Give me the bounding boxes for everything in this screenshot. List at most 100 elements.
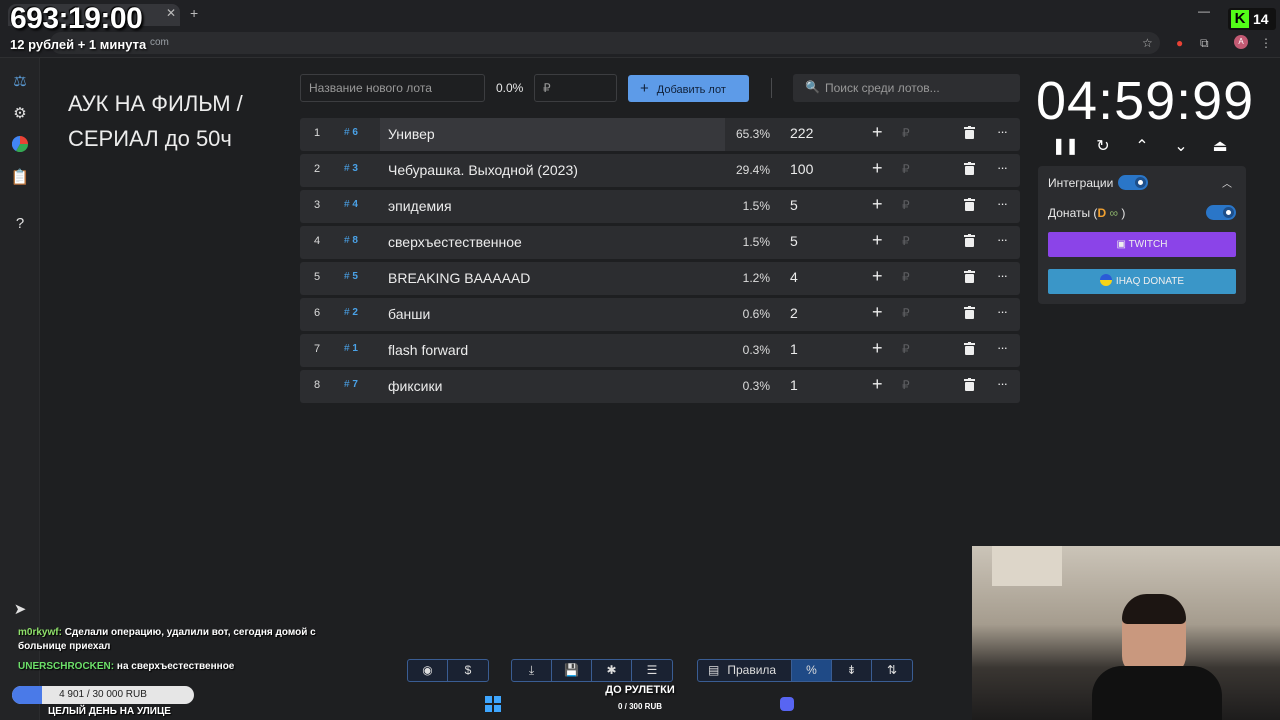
donations-toggle[interactable] — [1206, 205, 1236, 220]
new-lot-name-input[interactable]: Название нового лота — [300, 74, 485, 102]
github-icon[interactable]: ◉ — [408, 660, 448, 681]
lot-row[interactable]: 7 # 1 flash forward 0.3% 1 + ₽ ··· — [300, 334, 1020, 367]
extension-icon[interactable]: ● — [1176, 36, 1183, 50]
save-icon[interactable]: 💾 — [552, 660, 592, 681]
wheel-pie-icon[interactable] — [10, 135, 30, 156]
extensions-puzzle-icon[interactable]: ⧉ — [1200, 36, 1209, 51]
discord-icon[interactable] — [780, 697, 794, 711]
auction-gavel-icon[interactable]: ⚖ — [10, 72, 30, 92]
more-options-icon[interactable]: ··· — [997, 304, 1008, 319]
integrations-toggle[interactable] — [1118, 175, 1148, 190]
dollar-icon[interactable]: $ — [448, 660, 488, 681]
lot-row[interactable]: 6 # 2 банши 0.6% 2 + ₽ ··· — [300, 298, 1020, 331]
telegram-icon[interactable]: ➤ — [10, 600, 30, 620]
delete-trash-icon[interactable] — [964, 378, 975, 396]
clear-list-icon[interactable]: ☰ — [632, 660, 672, 681]
rules-button[interactable]: ▤ Правила — [698, 660, 792, 681]
minimize-icon[interactable]: — — [1198, 4, 1210, 18]
lot-amount[interactable]: 4 — [790, 269, 798, 285]
twitch-button[interactable]: ▣ TWITCH — [1048, 232, 1236, 257]
lot-id-value: 1 — [352, 343, 358, 354]
delete-trash-icon[interactable] — [964, 162, 975, 180]
settings-gear-icon[interactable]: ⚙ — [10, 104, 30, 124]
pause-icon[interactable]: ❚❚ — [1052, 136, 1079, 156]
address-bar[interactable] — [50, 32, 1160, 54]
clipboard-history-icon[interactable]: 📋 — [10, 168, 30, 188]
lot-amount[interactable]: 222 — [790, 125, 813, 141]
lot-row[interactable]: 8 # 7 фиксики 0.3% 1 + ₽ ··· — [300, 370, 1020, 403]
lot-row[interactable]: 2 # 3 Чебурашка. Выходной (2023) 29.4% 100 + ₽… — [300, 154, 1020, 187]
lot-name[interactable]: сверхъестественное — [388, 234, 522, 250]
ruble-icon: ₽ — [902, 234, 910, 248]
percent-toggle[interactable]: % — [792, 660, 832, 681]
add-amount-icon[interactable]: + — [872, 122, 883, 143]
lot-amount[interactable]: 5 — [790, 197, 798, 213]
lot-name[interactable]: эпидемия — [388, 198, 452, 214]
more-options-icon[interactable]: ··· — [997, 232, 1008, 247]
delete-trash-icon[interactable] — [964, 234, 975, 252]
left-sidebar: ⚖ ⚙ 📋 ? ➤ — [0, 58, 40, 720]
donate-button[interactable]: IHAQ DONATE — [1048, 269, 1236, 294]
more-options-icon[interactable]: ··· — [997, 124, 1008, 139]
help-question-icon[interactable]: ? — [10, 214, 30, 234]
chevron-down-icon[interactable]: ⌄ — [1169, 136, 1193, 156]
windows-start-icon[interactable] — [485, 696, 501, 712]
add-amount-icon[interactable]: + — [872, 302, 883, 323]
lot-amount[interactable]: 5 — [790, 233, 798, 249]
compact-view-icon[interactable]: ⇟ — [832, 660, 872, 681]
rules-label: Правила — [727, 663, 777, 677]
delete-trash-icon[interactable] — [964, 198, 975, 216]
new-lot-amount-input[interactable]: ₽ — [534, 74, 617, 102]
download-icon[interactable]: ⤓ — [512, 660, 552, 681]
lot-amount[interactable]: 2 — [790, 305, 798, 321]
add-amount-icon[interactable]: + — [872, 230, 883, 251]
delete-trash-icon[interactable] — [964, 270, 975, 288]
lot-name[interactable]: фиксики — [388, 378, 442, 394]
delete-trash-icon[interactable] — [964, 342, 975, 360]
lot-amount[interactable]: 1 — [790, 341, 798, 357]
more-options-icon[interactable]: ··· — [997, 160, 1008, 175]
collapse-chevron-icon[interactable]: ︿ — [1222, 175, 1232, 190]
lot-id: # 2 — [344, 307, 358, 318]
add-amount-icon[interactable]: + — [872, 266, 883, 287]
bookmark-star-icon[interactable]: ☆ — [1142, 36, 1153, 50]
lot-name[interactable]: банши — [388, 306, 430, 322]
search-lots-input[interactable]: 🔍 Поиск среди лотов... — [793, 74, 1020, 102]
lot-id-value: 3 — [352, 163, 358, 174]
add-amount-icon[interactable]: + — [872, 374, 883, 395]
lot-row[interactable]: 3 # 4 эпидемия 1.5% 5 + ₽ ··· — [300, 190, 1020, 223]
lot-row[interactable]: 1 # 6 Универ 65.3% 222 + ₽ ··· — [300, 118, 1020, 151]
browser-menu-icon[interactable]: ⋮ — [1260, 36, 1272, 50]
add-amount-icon[interactable]: + — [872, 338, 883, 359]
lot-amount[interactable]: 1 — [790, 377, 798, 393]
more-options-icon[interactable]: ··· — [997, 196, 1008, 211]
donations-label-close: ) — [1121, 206, 1126, 220]
profile-avatar[interactable]: A — [1234, 35, 1248, 49]
chevron-up-icon[interactable]: ⌃ — [1130, 136, 1154, 156]
more-options-icon[interactable]: ··· — [997, 268, 1008, 283]
integrations-label: Интеграции — [1048, 176, 1114, 190]
lot-name[interactable]: Универ — [388, 126, 435, 142]
lot-name[interactable]: Чебурашка. Выходной (2023) — [388, 162, 578, 178]
lot-row[interactable]: 4 # 8 сверхъестественное 1.5% 5 + ₽ ··· — [300, 226, 1020, 259]
ruble-icon: ₽ — [902, 126, 910, 140]
delete-trash-icon[interactable] — [964, 126, 975, 144]
bug-icon[interactable]: ✱ — [592, 660, 632, 681]
lot-row[interactable]: 5 # 5 BREAKING BAAAAAD 1.2% 4 + ₽ ··· — [300, 262, 1020, 295]
eject-icon[interactable]: ⏏ — [1208, 136, 1232, 156]
tab-close-icon[interactable]: ✕ — [166, 6, 176, 20]
lot-amount[interactable]: 100 — [790, 161, 813, 177]
more-options-icon[interactable]: ··· — [997, 376, 1008, 391]
avatar-letter: A — [1238, 37, 1244, 46]
new-tab-icon[interactable]: + — [190, 5, 198, 21]
lot-name[interactable]: BREAKING BAAAAAD — [388, 270, 530, 286]
more-options-icon[interactable]: ··· — [997, 340, 1008, 355]
reset-icon[interactable]: ↻ — [1091, 136, 1115, 156]
add-amount-icon[interactable]: + — [872, 194, 883, 215]
lot-number: 1 — [313, 127, 321, 139]
delete-trash-icon[interactable] — [964, 306, 975, 324]
add-lot-button[interactable]: + Добавить лот — [628, 75, 749, 102]
add-amount-icon[interactable]: + — [872, 158, 883, 179]
sort-icon[interactable]: ⇅ — [872, 660, 912, 681]
lot-name[interactable]: flash forward — [388, 342, 468, 358]
